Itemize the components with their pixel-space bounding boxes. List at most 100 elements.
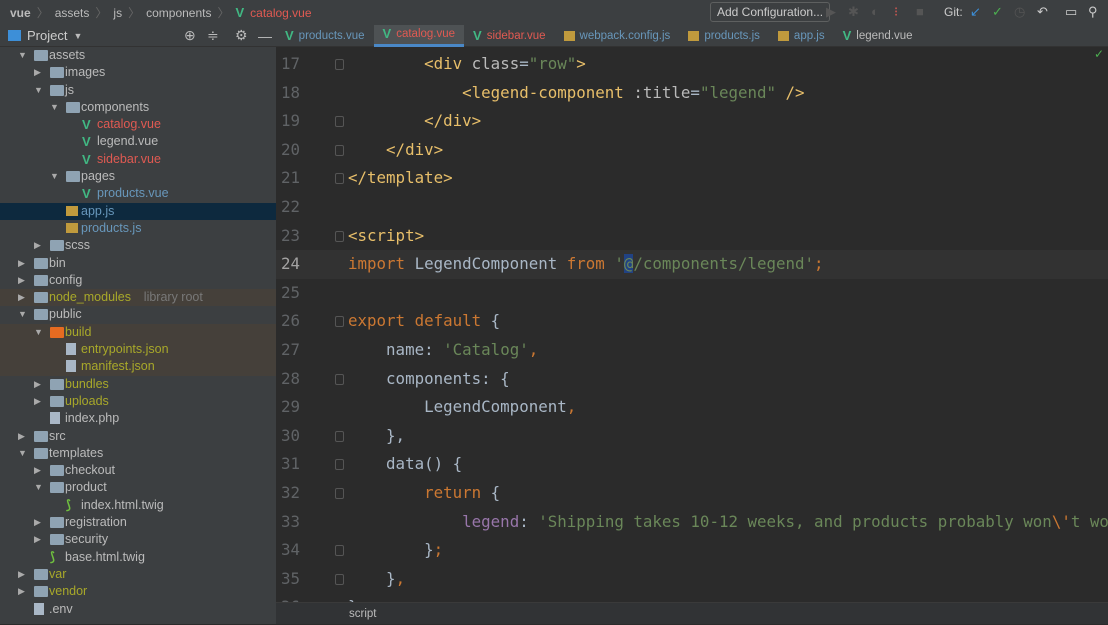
locate-icon[interactable]: ⊕ <box>184 27 196 44</box>
history-icon[interactable]: ◷ <box>1014 4 1025 20</box>
fold-marker-icon[interactable] <box>335 59 344 70</box>
chevron-right-icon[interactable]: ▶ <box>18 255 28 272</box>
run-icon[interactable]: ▶ <box>826 4 836 20</box>
stop-icon[interactable]: ■ <box>916 4 924 19</box>
tree-item[interactable]: ▼ templates <box>0 445 276 462</box>
tree-item[interactable]: Vproducts.vue <box>0 185 276 202</box>
breadcrumb-status[interactable]: script <box>276 602 1108 624</box>
add-configuration-button[interactable]: Add Configuration... <box>710 2 831 22</box>
tree-item[interactable]: ▶ vendor <box>0 583 276 600</box>
hide-icon[interactable]: — <box>258 28 272 44</box>
chevron-down-icon[interactable]: ▼ <box>73 31 82 41</box>
tree-item[interactable]: ▼ components <box>0 99 276 116</box>
chevron-right-icon[interactable]: ▶ <box>34 531 44 548</box>
code-line[interactable]: 21 </template> <box>276 164 1108 193</box>
fold-marker-icon[interactable] <box>335 230 344 242</box>
chevron-down-icon[interactable]: ▼ <box>18 306 28 323</box>
chevron-right-icon[interactable]: ▶ <box>18 272 28 289</box>
tree-item[interactable]: ⟆ base.html.twig <box>0 549 276 566</box>
chevron-down-icon[interactable]: ▼ <box>18 47 28 64</box>
tree-item[interactable]: ▶ bundles <box>0 376 276 393</box>
chevron-down-icon[interactable]: ▼ <box>34 479 44 496</box>
code-line[interactable]: 31 data() { <box>276 450 1108 479</box>
search-icon[interactable]: ⚲ <box>1088 4 1098 20</box>
breadcrumb-item[interactable]: vue <box>10 6 31 20</box>
code-line[interactable]: 17 <div class="row"> <box>276 50 1108 79</box>
code-line[interactable]: 23 <script> <box>276 222 1108 251</box>
code-line[interactable]: 25 <box>276 279 1108 308</box>
chevron-right-icon[interactable]: ▶ <box>34 64 44 81</box>
tree-item[interactable]: ▶ node_modules library root <box>0 289 276 307</box>
chevron-down-icon[interactable]: ▼ <box>50 99 60 116</box>
tab-catalog-vue[interactable]: Vcatalog.vue <box>373 24 465 47</box>
fold-marker-icon[interactable] <box>335 144 344 156</box>
tree-item[interactable]: manifest.json <box>0 358 276 376</box>
code-editor[interactable]: ✓ 17 <div class="row"> 18 <legend-compone… <box>276 47 1108 602</box>
tree-item[interactable]: ▶ uploads <box>0 393 276 410</box>
tree-item[interactable]: ▶ checkout <box>0 462 276 479</box>
collapse-all-icon[interactable]: ≑ <box>207 27 219 44</box>
fold-marker-icon[interactable] <box>335 430 344 442</box>
tree-item[interactable]: ▼ js <box>0 82 276 99</box>
code-line[interactable]: 28 components: { <box>276 365 1108 394</box>
tree-item[interactable]: ▶ config <box>0 272 276 289</box>
chevron-right-icon[interactable]: ▶ <box>34 393 44 410</box>
breadcrumb-item[interactable]: js <box>113 6 122 20</box>
breadcrumb-item[interactable]: catalog.vue <box>250 6 311 20</box>
gear-icon[interactable]: ⚙ <box>235 27 248 44</box>
tree-item[interactable]: ▶ registration <box>0 514 276 531</box>
chevron-right-icon[interactable]: ▶ <box>18 289 28 306</box>
tree-item[interactable]: ▼ pages <box>0 168 276 185</box>
chevron-right-icon[interactable]: ▶ <box>18 566 28 583</box>
chevron-right-icon[interactable]: ▶ <box>18 583 28 600</box>
code-line[interactable]: 26 export default { <box>276 307 1108 336</box>
code-line[interactable]: 33 legend: 'Shipping takes 10-12 weeks, … <box>276 508 1108 537</box>
tree-item[interactable]: ▶ bin <box>0 255 276 272</box>
chevron-right-icon[interactable]: ▶ <box>34 462 44 479</box>
tab-webpack-config-js[interactable]: webpack.config.js <box>555 25 680 47</box>
code-line[interactable]: 20 </div> <box>276 136 1108 165</box>
window-icon[interactable]: ▭ <box>1065 4 1077 20</box>
tab-sidebar-vue[interactable]: Vsidebar.vue <box>464 25 555 47</box>
tree-item[interactable]: ▶ images <box>0 64 276 81</box>
fold-marker-icon[interactable] <box>335 545 344 557</box>
code-line[interactable]: 36}; <box>276 593 1108 602</box>
fold-marker-icon[interactable] <box>335 116 344 128</box>
tree-item[interactable]: ▶ src <box>0 428 276 445</box>
tree-item[interactable]: ▶ scss <box>0 237 276 254</box>
profile-icon[interactable]: ⁝ <box>894 4 898 20</box>
tree-item[interactable]: products.js <box>0 220 276 237</box>
revert-icon[interactable]: ↶ <box>1037 4 1048 20</box>
debug-icon[interactable]: ✱ <box>848 4 859 20</box>
fold-marker-icon[interactable] <box>335 488 344 499</box>
fold-marker-icon[interactable] <box>335 316 344 328</box>
tree-item[interactable]: ⟆ index.html.twig <box>0 497 276 514</box>
fold-marker-icon[interactable] <box>335 573 344 585</box>
code-line[interactable]: 35 }, <box>276 565 1108 594</box>
fold-marker-icon[interactable] <box>335 373 344 385</box>
chevron-down-icon[interactable]: ▼ <box>50 168 60 185</box>
breadcrumb-item[interactable]: assets <box>55 6 90 20</box>
tree-item[interactable]: Vlegend.vue <box>0 133 276 150</box>
tree-item[interactable]: ▶ var <box>0 566 276 583</box>
code-line[interactable]: 32 return { <box>276 479 1108 508</box>
code-line[interactable]: 19 </div> <box>276 107 1108 136</box>
code-line[interactable]: 34 }; <box>276 536 1108 565</box>
chevron-right-icon[interactable]: ▶ <box>34 237 44 254</box>
chevron-right-icon[interactable]: ▶ <box>34 514 44 531</box>
tab-products-js[interactable]: products.js <box>679 25 769 47</box>
tab-app-js[interactable]: app.js <box>769 25 834 47</box>
code-line[interactable]: 27 name: 'Catalog', <box>276 336 1108 365</box>
chevron-right-icon[interactable]: ▶ <box>18 428 28 445</box>
tab-products-vue[interactable]: Vproducts.vue <box>276 25 374 47</box>
fold-marker-icon[interactable] <box>335 459 344 471</box>
fold-marker-icon[interactable] <box>335 173 344 185</box>
code-line[interactable]: 24 import LegendComponent from '@/compone… <box>276 250 1108 279</box>
breadcrumb-item[interactable]: components <box>146 6 211 20</box>
tree-item[interactable]: ▶ security <box>0 531 276 548</box>
coverage-icon[interactable]: ◐ <box>871 4 879 19</box>
code-line[interactable]: 22 <box>276 193 1108 222</box>
tree-item[interactable]: ▼ assets <box>0 47 276 64</box>
tree-item[interactable]: Vsidebar.vue <box>0 151 276 168</box>
tree-item[interactable]: ▼ public <box>0 306 276 323</box>
